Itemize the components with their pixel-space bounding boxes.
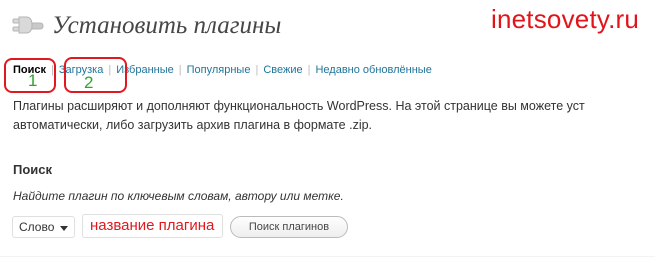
search-hint: Найдите плагин по ключевым словам, автор…	[13, 189, 344, 203]
tab-separator: |	[255, 64, 259, 76]
site-watermark: inetsovety.ru	[491, 4, 640, 34]
tab-newest[interactable]: Свежие	[263, 64, 302, 76]
search-type-select[interactable]: Слово	[12, 216, 75, 238]
plugin-plug-icon	[10, 9, 44, 41]
annotation-outline-upload	[64, 57, 127, 93]
chevron-down-icon	[60, 226, 68, 231]
search-heading: Поиск	[13, 162, 53, 177]
tab-separator: |	[178, 64, 182, 76]
tab-popular[interactable]: Популярные	[187, 64, 251, 76]
search-type-value: Слово	[19, 220, 55, 234]
search-plugins-button[interactable]: Поиск плагинов	[230, 216, 348, 238]
search-input[interactable]: название плагина	[82, 214, 223, 238]
intro-line-2: автоматически, либо загрузить архив плаг…	[13, 118, 373, 132]
annotation-number-2: 2	[84, 73, 94, 92]
tab-separator: |	[307, 64, 311, 76]
intro-text: Плагины расширяют и дополняют функционал…	[13, 97, 655, 135]
annotation-number-1: 1	[28, 71, 38, 90]
divider	[0, 256, 655, 257]
tab-recently-updated[interactable]: Недавно обновлённые	[315, 64, 431, 76]
intro-line-1: Плагины расширяют и дополняют функционал…	[13, 99, 585, 113]
page-title: Установить плагины	[52, 12, 282, 39]
